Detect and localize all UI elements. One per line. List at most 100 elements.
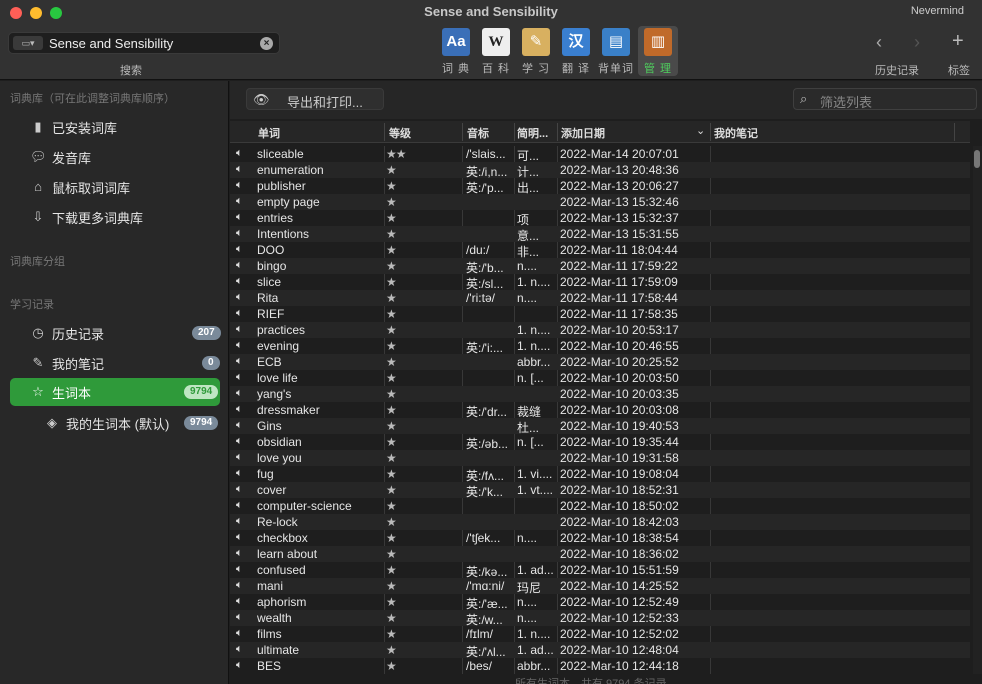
speaker-icon[interactable]: 🔈︎ [236, 227, 243, 240]
forward-arrow-icon[interactable]: › [914, 32, 920, 53]
sidebar-item-notes[interactable]: ✎ 我的笔记 [30, 352, 104, 374]
column-header-definition[interactable]: 简明... [517, 125, 557, 141]
table-row[interactable]: 🔈︎ empty page ★ 2022-Mar-13 15:32:46 [230, 194, 970, 210]
table-row[interactable]: 🔈︎ dressmaker ★ 英:/'dr... 裁缝 2022-Mar-10 20:0… [230, 402, 970, 419]
speaker-icon[interactable]: 🔈︎ [236, 275, 243, 288]
speaker-icon[interactable]: 🔈︎ [236, 387, 243, 400]
speaker-icon[interactable]: 🔈︎ [236, 483, 243, 496]
speaker-icon[interactable]: 🔈︎ [236, 531, 243, 544]
table-row[interactable]: 🔈︎ Gins ★ 杜... 2022-Mar-10 19:40:53 [230, 418, 970, 435]
table-row[interactable]: 🔈︎ Re-lock ★ 2022-Mar-10 18:42:03 [230, 514, 970, 530]
speaker-icon[interactable]: 🔈︎ [236, 163, 243, 176]
table-row[interactable]: 🔈︎ Rita ★ /'ri:tə/n.... 2022-Mar-11 17:58:44 [230, 290, 970, 306]
scrollbar-thumb[interactable] [974, 150, 980, 168]
table-row[interactable]: 🔈︎ publisher ★ 英:/'p... 出... 2022-Mar-13 20:0… [230, 178, 970, 195]
search-input[interactable]: Sense and Sensibility [49, 36, 173, 51]
speaker-icon[interactable]: 🔈︎ [236, 659, 243, 672]
table-row[interactable]: 🔈︎ computer-science ★ 2022-Mar-10 18:50:02 [230, 498, 970, 514]
table-row[interactable]: 🔈︎ love you ★ 2022-Mar-10 19:31:58 [230, 450, 970, 466]
speaker-icon[interactable]: 🔈︎ [236, 611, 243, 624]
table-row[interactable]: 🔈︎ confused ★ 英:/kə... 1. ad... 2022-Mar-10 1… [230, 562, 970, 579]
speaker-icon[interactable]: 🔈︎ [236, 467, 243, 480]
table-row[interactable]: 🔈︎ fug ★ 英:/fʌ... 1. vi.... 2022-Mar-10 19:08… [230, 466, 970, 483]
user-label[interactable]: Nevermind [911, 5, 964, 17]
sidebar-item-wordbook-content[interactable]: ☆ 生词本 [30, 381, 91, 403]
table-row[interactable]: 🔈︎ learn about ★ 2022-Mar-10 18:36:02 [230, 546, 970, 562]
sidebar-item-pronunciation[interactable]: 💬︎ 发音库 [30, 146, 91, 168]
table-row[interactable]: 🔈︎ BES ★ /bes/abbr... 2022-Mar-10 12:44:18 [230, 658, 970, 674]
speaker-icon[interactable]: 🔈︎ [236, 435, 243, 448]
tool-translate-button[interactable]: 汉 翻 译 [556, 26, 596, 76]
speaker-icon[interactable]: 🔈︎ [236, 179, 243, 192]
table-row[interactable]: 🔈︎ bingo ★ 英:/'b... n.... 2022-Mar-11 17:59:2… [230, 258, 970, 275]
speaker-icon[interactable]: 🔈︎ [236, 307, 243, 320]
speaker-icon[interactable]: 🔈︎ [236, 627, 243, 640]
table-row[interactable]: 🔈︎ mani ★/'mɑ:ni/玛尼 2022-Mar-10 14:25:52 [230, 578, 970, 595]
sidebar-item-default-wordbook[interactable]: ◈ 我的生词本 (默认) [44, 412, 169, 434]
speaker-icon[interactable]: 🔈︎ [236, 595, 243, 608]
speaker-icon[interactable]: 🔈︎ [236, 371, 243, 384]
table-row[interactable]: 🔈︎ slice ★ 英:/sl... 1. n.... 2022-Mar-11 17:5… [230, 274, 970, 291]
speaker-icon[interactable]: 🔈︎ [236, 419, 243, 432]
column-divider[interactable] [710, 123, 711, 141]
table-row[interactable]: 🔈︎ practices ★ 1. n.... 2022-Mar-10 20:53:17 [230, 322, 970, 338]
table-row[interactable]: 🔈︎ yang's ★ 2022-Mar-10 20:03:35 [230, 386, 970, 402]
table-row[interactable]: 🔈︎ love life ★ n. [... 2022-Mar-10 20:03:50 [230, 370, 970, 386]
clear-search-icon[interactable]: × [260, 37, 273, 50]
filter-input[interactable]: ⌕ 筛选列表 [793, 88, 977, 110]
table-row[interactable]: 🔈︎ aphorism ★ 英:/'æ... n.... 2022-Mar-10 12:5… [230, 594, 970, 611]
speaker-icon[interactable]: 🔈︎ [236, 563, 243, 576]
table-row[interactable]: 🔈︎ cover ★ 英:/'k... 1. vt.... 2022-Mar-10 18:… [230, 482, 970, 499]
table-row[interactable]: 🔈︎ entries ★ 项 2022-Mar-13 15:32:37 [230, 210, 970, 227]
column-divider[interactable] [384, 123, 385, 141]
speaker-icon[interactable]: 🔈︎ [236, 547, 243, 560]
table-row[interactable]: 🔈︎ wealth ★ 英:/w... n.... 2022-Mar-10 12:52:3… [230, 610, 970, 627]
table-scrollbar[interactable] [973, 146, 982, 674]
sort-chevron-icon[interactable]: ⌄ [696, 124, 705, 137]
speaker-icon[interactable]: 🔈︎ [236, 323, 243, 336]
table-row[interactable]: 🔈︎ ultimate ★ 英:/'ʌl... 1. ad... 2022-Mar-10 … [230, 642, 970, 659]
table-row[interactable]: 🔈︎ films ★ /fɪlm/1. n.... 2022-Mar-10 12:52:… [230, 626, 970, 642]
sidebar-item-history[interactable]: ◷ 历史记录 [30, 322, 104, 344]
speaker-icon[interactable]: 🔈︎ [236, 243, 243, 256]
speaker-icon[interactable]: 🔈︎ [236, 259, 243, 272]
export-print-button[interactable]: 👁︎ 导出和打印... [246, 88, 384, 110]
tool-manage-button[interactable]: ▥ 管 理 [638, 26, 678, 76]
column-header-word[interactable]: 单词 [258, 125, 280, 141]
speaker-icon[interactable]: 🔈︎ [236, 195, 243, 208]
table-row[interactable]: 🔈︎ sliceable ★★/'slais... 可... 2022-Mar-14 2… [230, 146, 970, 163]
speaker-icon[interactable]: 🔈︎ [236, 515, 243, 528]
sidebar-item-mouse-lookup[interactable]: ⌂ 鼠标取词词库 [30, 176, 130, 198]
column-header-phonetic[interactable]: 音标 [467, 125, 489, 141]
column-divider[interactable] [557, 123, 558, 141]
dictionary-select-icon[interactable]: ▭▾ [13, 36, 43, 50]
speaker-icon[interactable]: 🔈︎ [236, 147, 243, 160]
speaker-icon[interactable]: 🔈︎ [236, 211, 243, 224]
column-divider[interactable] [954, 123, 955, 141]
table-row[interactable]: 🔈︎ ECB ★ abbr... 2022-Mar-10 20:25:52 [230, 354, 970, 370]
table-row[interactable]: 🔈︎ enumeration ★ 英:/i,n... 计... 2022-Mar-13 2… [230, 162, 970, 179]
speaker-icon[interactable]: 🔈︎ [236, 451, 243, 464]
speaker-icon[interactable]: 🔈︎ [236, 291, 243, 304]
column-header-date[interactable]: 添加日期 [561, 125, 605, 141]
speaker-icon[interactable]: 🔈︎ [236, 579, 243, 592]
column-header-level[interactable]: 等级 [389, 125, 411, 141]
tool-study-button[interactable]: ✎ 学 习 [516, 26, 556, 76]
back-arrow-icon[interactable]: ‹ [876, 32, 882, 53]
table-row[interactable]: 🔈︎ Intentions ★ 意... 2022-Mar-13 15:31:55 [230, 226, 970, 243]
column-header-notes[interactable]: 我的笔记 [714, 125, 758, 141]
column-divider[interactable] [462, 123, 463, 141]
speaker-icon[interactable]: 🔈︎ [236, 643, 243, 656]
table-row[interactable]: 🔈︎ DOO ★/du:/非... 2022-Mar-11 18:04:44 [230, 242, 970, 259]
add-tag-icon[interactable]: + [952, 30, 964, 53]
tool-dictionary-button[interactable]: Aa 词 典 [436, 26, 476, 76]
sidebar-item-installed[interactable]: ▮ 已安装词库 [30, 116, 117, 138]
speaker-icon[interactable]: 🔈︎ [236, 403, 243, 416]
table-row[interactable]: 🔈︎ evening ★ 英:/'i:... 1. n.... 2022-Mar-10 2… [230, 338, 970, 355]
search-field[interactable]: ▭▾ Sense and Sensibility × [8, 32, 280, 54]
speaker-icon[interactable]: 🔈︎ [236, 499, 243, 512]
speaker-icon[interactable]: 🔈︎ [236, 339, 243, 352]
column-divider[interactable] [514, 123, 515, 141]
table-row[interactable]: 🔈︎ obsidian ★ 英:/əb... n. [... 2022-Mar-10 19… [230, 434, 970, 451]
sidebar-item-download[interactable]: ⇩ 下载更多词典库 [30, 206, 143, 228]
